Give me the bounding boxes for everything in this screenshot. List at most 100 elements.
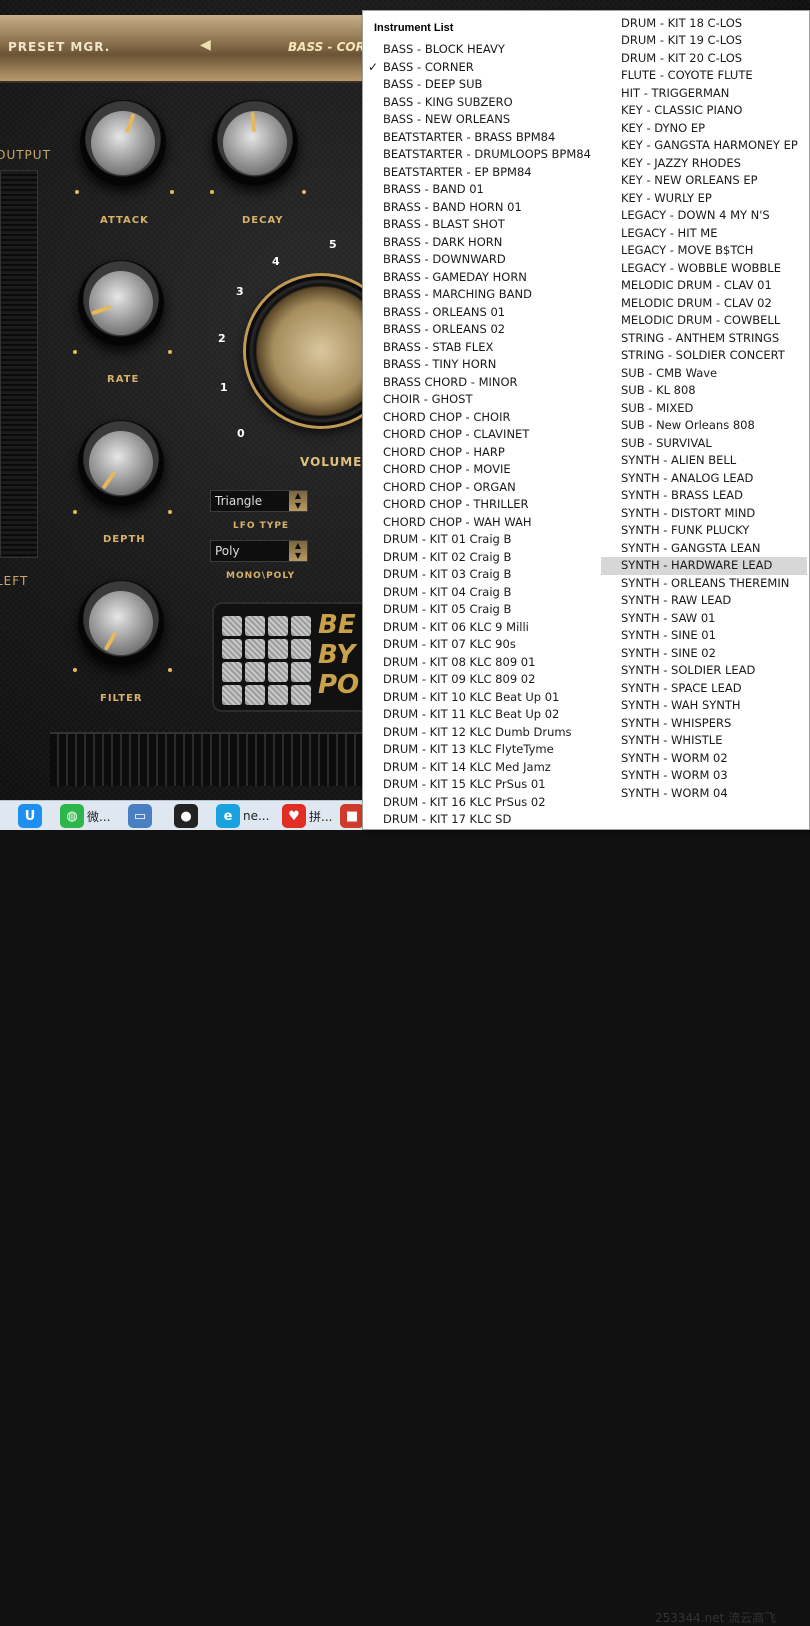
menu-item-synth-soldier-lead[interactable]: SYNTH - SOLDIER LEAD: [601, 662, 807, 680]
menu-item-synth-funk-plucky[interactable]: SYNTH - FUNK PLUCKY: [601, 522, 807, 540]
menu-item-drum-kit-07-klc-90s[interactable]: DRUM - KIT 07 KLC 90s: [363, 636, 601, 654]
menu-item-brass-tiny-horn[interactable]: BRASS - TINY HORN: [363, 356, 601, 374]
menu-item-brass-dark-horn[interactable]: BRASS - DARK HORN: [363, 234, 601, 252]
menu-item-synth-raw-lead[interactable]: SYNTH - RAW LEAD: [601, 592, 807, 610]
menu-item-bass-new-orleans[interactable]: BASS - NEW ORLEANS: [363, 111, 601, 129]
menu-item-synth-whistle[interactable]: SYNTH - WHISTLE: [601, 732, 807, 750]
menu-item-drum-kit-20-c-los[interactable]: DRUM - KIT 20 C-LOS: [601, 50, 807, 68]
menu-item-synth-hardware-lead[interactable]: SYNTH - HARDWARE LEAD: [601, 557, 807, 575]
menu-item-synth-distort-mind[interactable]: SYNTH - DISTORT MIND: [601, 505, 807, 523]
menu-item-bass-block-heavy[interactable]: BASS - BLOCK HEAVY: [363, 41, 601, 59]
menu-item-bass-king-subzero[interactable]: BASS - KING SUBZERO: [363, 94, 601, 112]
menu-item-key-jazzy-rhodes[interactable]: KEY - JAZZY RHODES: [601, 155, 807, 173]
menu-item-legacy-move-b-tch[interactable]: LEGACY - MOVE B$TCH: [601, 242, 807, 260]
menu-item-chord-chop-choir[interactable]: CHORD CHOP - CHOIR: [363, 409, 601, 427]
menu-item-brass-blast-shot[interactable]: BRASS - BLAST SHOT: [363, 216, 601, 234]
menu-item-melodic-drum-cowbell[interactable]: MELODIC DRUM - COWBELL: [601, 312, 807, 330]
menu-item-synth-brass-lead[interactable]: SYNTH - BRASS LEAD: [601, 487, 807, 505]
menu-item-synth-wah-synth[interactable]: SYNTH - WAH SYNTH: [601, 697, 807, 715]
menu-item-drum-kit-09-klc-809-02[interactable]: DRUM - KIT 09 KLC 809 02: [363, 671, 601, 689]
menu-item-synth-sine-02[interactable]: SYNTH - SINE 02: [601, 645, 807, 663]
menu-item-drum-kit-11-klc-beat-up-02[interactable]: DRUM - KIT 11 KLC Beat Up 02: [363, 706, 601, 724]
menu-item-drum-kit-05-craig-b[interactable]: DRUM - KIT 05 Craig B: [363, 601, 601, 619]
menu-item-synth-worm-04[interactable]: SYNTH - WORM 04: [601, 785, 807, 803]
lfo-type-dropdown[interactable]: Triangle ▲ ▼: [210, 490, 308, 512]
menu-item-key-dyno-ep[interactable]: KEY - DYNO EP: [601, 120, 807, 138]
menu-item-legacy-wobble-wobble[interactable]: LEGACY - WOBBLE WOBBLE: [601, 260, 807, 278]
menu-item-legacy-down-4-my-n-s[interactable]: LEGACY - DOWN 4 MY N'S: [601, 207, 807, 225]
menu-item-choir-ghost[interactable]: CHOIR - GHOST: [363, 391, 601, 409]
menu-item-bass-corner[interactable]: ✓ BASS - CORNER: [363, 59, 601, 77]
rate-knob[interactable]: [78, 260, 164, 346]
menu-item-melodic-drum-clav-01[interactable]: MELODIC DRUM - CLAV 01: [601, 277, 807, 295]
menu-item-key-gangsta-harmoney-ep[interactable]: KEY - GANGSTA HARMONEY EP: [601, 137, 807, 155]
menu-item-drum-kit-08-klc-809-01[interactable]: DRUM - KIT 08 KLC 809 01: [363, 654, 601, 672]
menu-item-synth-orleans-theremin[interactable]: SYNTH - ORLEANS THEREMIN: [601, 575, 807, 593]
menu-item-drum-kit-01-craig-b[interactable]: DRUM - KIT 01 Craig B: [363, 531, 601, 549]
menu-item-drum-kit-12-klc-dumb-drums[interactable]: DRUM - KIT 12 KLC Dumb Drums: [363, 724, 601, 742]
menu-item-bass-deep-sub[interactable]: BASS - DEEP SUB: [363, 76, 601, 94]
menu-item-synth-whispers[interactable]: SYNTH - WHISPERS: [601, 715, 807, 733]
menu-item-sub-mixed[interactable]: SUB - MIXED: [601, 400, 807, 418]
menu-item-chord-chop-thriller[interactable]: CHORD CHOP - THRILLER: [363, 496, 601, 514]
preset-manager-button[interactable]: PRESET MGR.: [8, 40, 110, 54]
menu-item-synth-worm-03[interactable]: SYNTH - WORM 03: [601, 767, 807, 785]
menu-item-brass-marching-band[interactable]: BRASS - MARCHING BAND: [363, 286, 601, 304]
menu-item-synth-space-lead[interactable]: SYNTH - SPACE LEAD: [601, 680, 807, 698]
menu-item-flute-coyote-flute[interactable]: FLUTE - COYOTE FLUTE: [601, 67, 807, 85]
menu-item-drum-kit-13-klc-flytetyme[interactable]: DRUM - KIT 13 KLC FlyteTyme: [363, 741, 601, 759]
menu-item-drum-kit-19-c-los[interactable]: DRUM - KIT 19 C-LOS: [601, 32, 807, 50]
menu-item-brass-stab-flex[interactable]: BRASS - STAB FLEX: [363, 339, 601, 357]
menu-item-drum-kit-15-klc-prsus-01[interactable]: DRUM - KIT 15 KLC PrSus 01: [363, 776, 601, 794]
menu-item-synth-worm-02[interactable]: SYNTH - WORM 02: [601, 750, 807, 768]
menu-item-string-anthem-strings[interactable]: STRING - ANTHEM STRINGS: [601, 330, 807, 348]
menu-item-drum-kit-02-craig-b[interactable]: DRUM - KIT 02 Craig B: [363, 549, 601, 567]
menu-item-legacy-hit-me[interactable]: LEGACY - HIT ME: [601, 225, 807, 243]
menu-item-brass-downward[interactable]: BRASS - DOWNWARD: [363, 251, 601, 269]
menu-item-synth-gangsta-lean[interactable]: SYNTH - GANGSTA LEAN: [601, 540, 807, 558]
taskbar-item[interactable]: ▭: [128, 803, 152, 829]
previous-preset-arrow-icon[interactable]: ◀: [200, 37, 211, 53]
menu-item-beatstarter-ep-bpm84[interactable]: BEATSTARTER - EP BPM84: [363, 164, 601, 182]
menu-item-brass-orleans-01[interactable]: BRASS - ORLEANS 01: [363, 304, 601, 322]
menu-item-brass-orleans-02[interactable]: BRASS - ORLEANS 02: [363, 321, 601, 339]
menu-item-synth-analog-lead[interactable]: SYNTH - ANALOG LEAD: [601, 470, 807, 488]
menu-item-drum-kit-03-craig-b[interactable]: DRUM - KIT 03 Craig B: [363, 566, 601, 584]
taskbar-item[interactable]: ■: [340, 803, 364, 829]
menu-item-chord-chop-clavinet[interactable]: CHORD CHOP - CLAVINET: [363, 426, 601, 444]
menu-item-key-classic-piano[interactable]: KEY - CLASSIC PIANO: [601, 102, 807, 120]
menu-item-drum-kit-17-klc-sd[interactable]: DRUM - KIT 17 KLC SD: [363, 811, 601, 829]
menu-item-beatstarter-brass-bpm84[interactable]: BEATSTARTER - BRASS BPM84: [363, 129, 601, 147]
menu-item-drum-kit-16-klc-prsus-02[interactable]: DRUM - KIT 16 KLC PrSus 02: [363, 794, 601, 812]
taskbar-item[interactable]: U: [18, 803, 42, 829]
taskbar-item[interactable]: ●: [174, 803, 198, 829]
menu-item-brass-gameday-horn[interactable]: BRASS - GAMEDAY HORN: [363, 269, 601, 287]
menu-item-key-new-orleans-ep[interactable]: KEY - NEW ORLEANS EP: [601, 172, 807, 190]
menu-item-chord-chop-harp[interactable]: CHORD CHOP - HARP: [363, 444, 601, 462]
menu-item-beatstarter-drumloops-bpm84[interactable]: BEATSTARTER - DRUMLOOPS BPM84: [363, 146, 601, 164]
mono-poly-dropdown[interactable]: Poly ▲ ▼: [210, 540, 308, 562]
menu-item-drum-kit-10-klc-beat-up-01[interactable]: DRUM - KIT 10 KLC Beat Up 01: [363, 689, 601, 707]
menu-item-drum-kit-14-klc-med-jamz[interactable]: DRUM - KIT 14 KLC Med Jamz: [363, 759, 601, 777]
filter-knob[interactable]: [78, 580, 164, 666]
menu-item-synth-saw-01[interactable]: SYNTH - SAW 01: [601, 610, 807, 628]
taskbar-item[interactable]: ♥ 拼...: [282, 803, 332, 829]
piano-keyboard[interactable]: [50, 732, 370, 786]
taskbar-item[interactable]: ◍ 微...: [60, 803, 110, 829]
depth-knob[interactable]: [78, 420, 164, 506]
menu-item-sub-kl-808[interactable]: SUB - KL 808: [601, 382, 807, 400]
menu-item-chord-chop-organ[interactable]: CHORD CHOP - ORGAN: [363, 479, 601, 497]
menu-item-synth-sine-01[interactable]: SYNTH - SINE 01: [601, 627, 807, 645]
menu-item-brass-band-01[interactable]: BRASS - BAND 01: [363, 181, 601, 199]
menu-item-drum-kit-06-klc-9-milli[interactable]: DRUM - KIT 06 KLC 9 Milli: [363, 619, 601, 637]
taskbar-item[interactable]: e ne...: [216, 803, 269, 829]
menu-item-sub-survival[interactable]: SUB - SURVIVAL: [601, 435, 807, 453]
menu-item-synth-alien-bell[interactable]: SYNTH - ALIEN BELL: [601, 452, 807, 470]
attack-knob[interactable]: [80, 100, 166, 186]
menu-item-chord-chop-wah-wah[interactable]: CHORD CHOP - WAH WAH: [363, 514, 601, 532]
menu-item-melodic-drum-clav-02[interactable]: MELODIC DRUM - CLAV 02: [601, 295, 807, 313]
menu-item-sub-new-orleans-808[interactable]: SUB - New Orleans 808: [601, 417, 807, 435]
decay-knob[interactable]: [212, 100, 298, 186]
menu-item-chord-chop-movie[interactable]: CHORD CHOP - MOVIE: [363, 461, 601, 479]
menu-item-brass-band-horn-01[interactable]: BRASS - BAND HORN 01: [363, 199, 601, 217]
